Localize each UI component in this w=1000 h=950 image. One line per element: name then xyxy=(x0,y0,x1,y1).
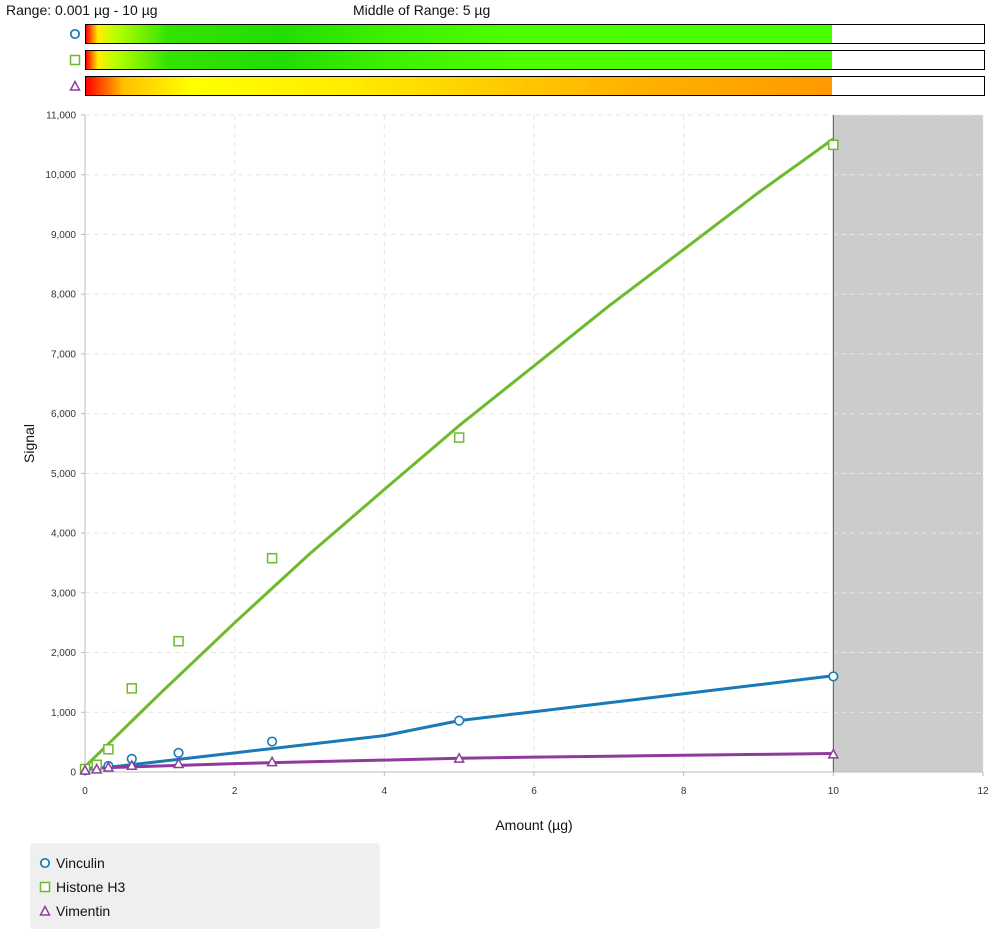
x-tick-label: 8 xyxy=(681,786,687,797)
data-point-histone-h3 xyxy=(173,635,184,647)
circle-marker-icon xyxy=(39,857,51,869)
legend-label: Vinculin xyxy=(56,855,105,871)
legend-label: Histone H3 xyxy=(56,879,126,895)
legend-label: Vimentin xyxy=(56,903,111,919)
y-tick-label: 10,000 xyxy=(45,170,76,181)
x-tick-label: 0 xyxy=(82,786,88,797)
y-tick-label: 6,000 xyxy=(51,409,76,420)
x-axis-title: Amount (µg) xyxy=(495,817,572,833)
data-point-histone-h3 xyxy=(103,744,114,755)
y-tick-label: 2,000 xyxy=(51,648,76,659)
y-tick-label: 0 xyxy=(70,768,76,779)
signal-vs-amount-chart: 0 1,000 2,000 3,000 4,000 5,000 6,000 7,000 8,00… xyxy=(21,111,989,834)
x-tick-label: 12 xyxy=(977,786,989,797)
data-point-histone-h3 xyxy=(453,432,465,443)
y-tick-label: 11,000 xyxy=(46,111,76,122)
y-tick-label: 3,000 xyxy=(51,588,76,599)
y-axis-title: Signal xyxy=(21,424,37,463)
data-point-histone-h3 xyxy=(266,552,278,564)
data-point-vinculin xyxy=(454,715,465,726)
data-point-histone-h3 xyxy=(126,683,138,694)
x-tick-label: 6 xyxy=(531,786,537,797)
y-tick-label: 9,000 xyxy=(51,230,76,241)
x-tick-label: 4 xyxy=(382,786,388,797)
y-tick-label: 5,000 xyxy=(51,469,76,480)
y-tick-label: 4,000 xyxy=(51,529,76,540)
y-tick-label: 8,000 xyxy=(51,290,76,301)
x-tick-label: 2 xyxy=(232,786,238,797)
square-marker-icon xyxy=(39,881,51,893)
data-point-vinculin xyxy=(266,736,278,747)
data-point-histone-h3 xyxy=(828,139,839,151)
fit-line-histone-h3 xyxy=(84,137,835,768)
legend-item-vimentin[interactable]: Vimentin xyxy=(38,901,110,921)
triangle-marker-icon xyxy=(39,904,51,916)
legend-item-vinculin[interactable]: Vinculin xyxy=(38,853,105,873)
y-tick-label: 7,000 xyxy=(51,349,76,360)
data-point-vinculin xyxy=(173,747,184,758)
out-of-range-region xyxy=(833,115,983,772)
y-tick-label: 1,000 xyxy=(51,708,76,719)
x-tick-label: 10 xyxy=(828,786,840,797)
legend-item-histone-h3[interactable]: Histone H3 xyxy=(38,877,125,897)
legend: Vinculin Histone H3 Vimentin xyxy=(30,843,380,929)
data-point-vinculin xyxy=(828,671,839,682)
